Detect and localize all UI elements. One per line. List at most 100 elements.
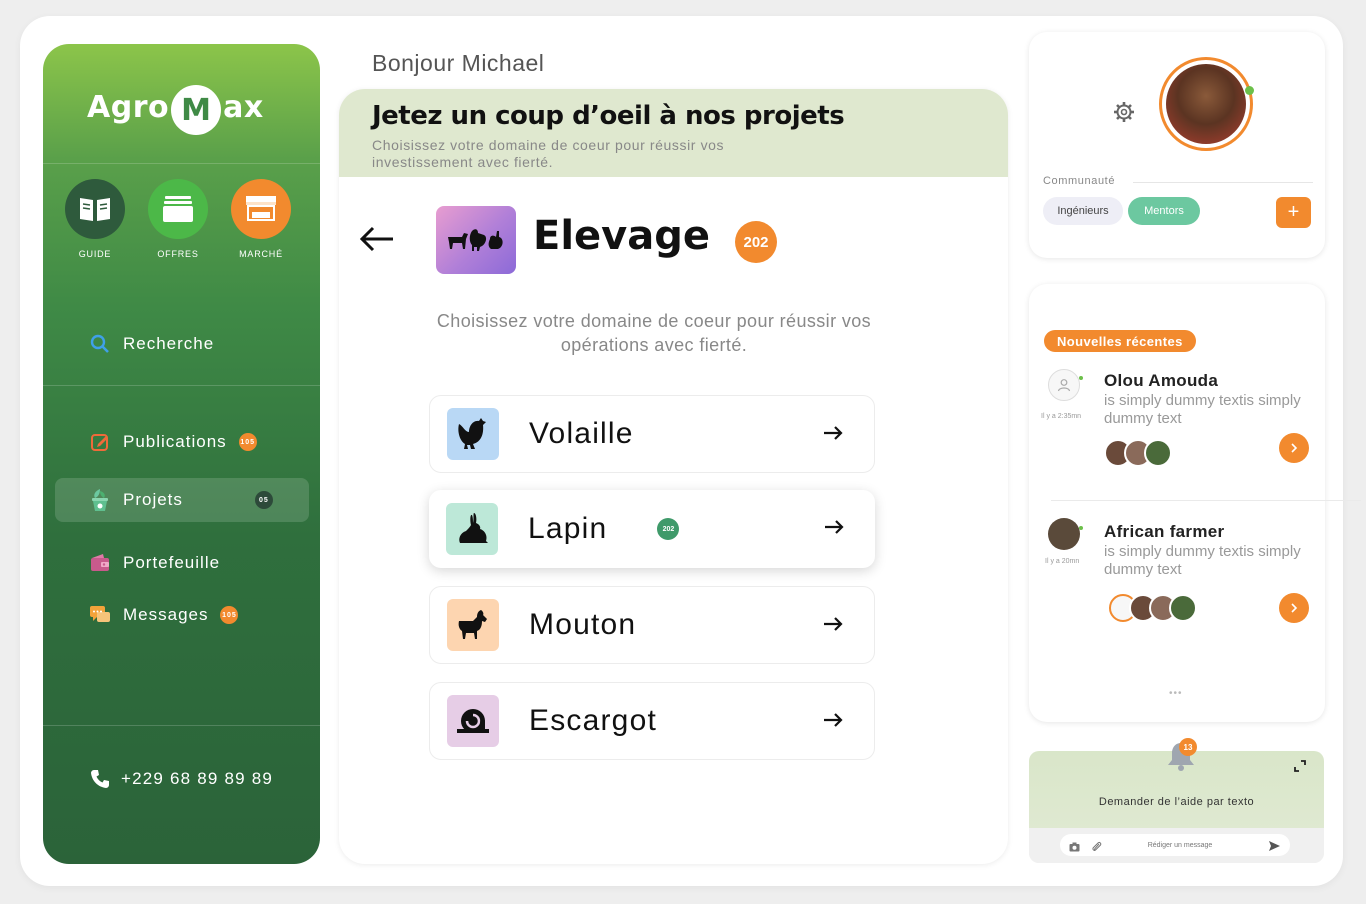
subcategory-mouton[interactable]: Mouton: [429, 586, 875, 664]
brand-logo[interactable]: Agro M ax: [87, 74, 277, 140]
banner-title: Jetez un coup d’oeil à nos projets: [372, 101, 845, 131]
open-news-button[interactable]: [1279, 593, 1309, 623]
banner-subtitle: Choisissez votre domaine de coeur pour r…: [372, 137, 725, 170]
more-dots[interactable]: •••: [1169, 688, 1183, 699]
chip-ingenieurs[interactable]: Ingénieurs: [1043, 197, 1123, 225]
news-text: is simply dummy textis simply dummy text: [1104, 543, 1301, 578]
subcategory-label: Volaille: [529, 417, 634, 450]
arrow-right-icon: [822, 613, 844, 635]
search-icon: [89, 333, 111, 355]
news-time: Il y a 20mn: [1045, 558, 1080, 565]
expand-icon[interactable]: [1293, 759, 1307, 773]
open-news-button[interactable]: [1279, 433, 1309, 463]
sidebar-item-label: Publications: [123, 432, 227, 451]
sidebar-item-portefeuille[interactable]: Portefeuille: [55, 541, 309, 585]
divider: [43, 385, 320, 386]
avatar[interactable]: [1159, 57, 1253, 151]
gear-icon[interactable]: [1113, 101, 1135, 123]
sidebar-item-messages[interactable]: Messages 105: [55, 593, 309, 637]
quick-guide[interactable]: GUIDE: [64, 179, 126, 259]
user-icon: [1057, 379, 1071, 392]
category-title: Elevage: [533, 213, 710, 259]
subcategory-label: Escargot: [529, 704, 657, 737]
divider: [1051, 500, 1361, 501]
quick-marche-label: MARCHÉ: [239, 249, 283, 259]
sidebar-item-label: Projets: [123, 490, 183, 509]
online-status-dot: [1079, 376, 1083, 380]
main-card: Jetez un coup d’oeil à nos projets Chois…: [339, 89, 1008, 864]
quick-offres[interactable]: OFFRES: [147, 179, 209, 259]
divider: [43, 725, 320, 726]
sidebar-item-publications[interactable]: Publications 105: [55, 420, 309, 464]
edit-icon: [89, 431, 111, 453]
count-badge: 105: [238, 433, 257, 451]
subcategory-volaille[interactable]: Volaille: [429, 395, 875, 473]
sidebar: Agro M ax GUIDE OFFRES MARCHÉ Recherche …: [43, 44, 320, 864]
notification-bell[interactable]: 13: [1166, 738, 1206, 778]
logo-text-mid: M: [181, 92, 212, 128]
chat-icon: [89, 604, 111, 626]
participant-avatar: [1144, 439, 1172, 467]
sidebar-search[interactable]: Recherche: [55, 322, 309, 366]
divider: [1133, 182, 1313, 183]
news-tag: Nouvelles récentes: [1044, 330, 1196, 352]
category-count-badge: 202: [735, 221, 777, 263]
goat-icon: [447, 599, 499, 651]
user-avatar[interactable]: [1048, 369, 1080, 401]
subcategory-escargot[interactable]: Escargot: [429, 682, 875, 760]
help-text: Demander de l’aide par texto: [1098, 796, 1255, 808]
chip-mentors[interactable]: Mentors: [1128, 197, 1200, 225]
phone-number: +229 68 89 89 89: [121, 769, 274, 788]
message-input[interactable]: Rédiger un message: [1060, 834, 1290, 856]
logo-badge: M: [171, 85, 222, 135]
snail-icon: [447, 695, 499, 747]
news-author[interactable]: African farmer: [1104, 522, 1224, 542]
box-icon: [148, 179, 208, 239]
arrow-right-icon: [822, 422, 844, 444]
chicken-icon: [447, 408, 499, 460]
greeting: Bonjour Michael: [372, 50, 545, 76]
online-status-dot: [1245, 86, 1254, 95]
count-badge: 202: [657, 518, 680, 540]
participant-avatars: [1104, 439, 1172, 467]
count-badge: 105: [220, 606, 239, 624]
sidebar-search-label: Recherche: [123, 334, 215, 353]
quick-marche[interactable]: MARCHÉ: [230, 179, 292, 259]
subcategory-label: Lapin: [528, 512, 608, 545]
count-badge: 05: [254, 491, 273, 509]
news-author[interactable]: Olou Amouda: [1104, 371, 1218, 391]
divider: [43, 163, 320, 164]
livestock-icon: [436, 206, 516, 274]
news-text: is simply dummy textis simply dummy text: [1104, 392, 1301, 427]
arrow-right-icon: [823, 516, 845, 538]
market-icon: [231, 179, 291, 239]
plant-icon: [89, 489, 111, 511]
message-placeholder: Rédiger un message: [1147, 841, 1213, 849]
message-bar: Rédiger un message: [1029, 828, 1324, 863]
wallet-icon: [89, 552, 111, 574]
book-icon: [65, 179, 125, 239]
category-description: Choisissez votre domaine de coeur pour r…: [436, 311, 872, 355]
subcategory-lapin[interactable]: Lapin 202: [429, 490, 875, 568]
add-button[interactable]: +: [1276, 197, 1311, 228]
phone-icon: [89, 768, 111, 790]
participant-avatars: [1109, 594, 1197, 622]
send-icon[interactable]: [1268, 839, 1281, 857]
sidebar-item-label: Messages: [123, 605, 209, 624]
avatar-photo: [1166, 64, 1246, 144]
logo-text-left: Agro: [87, 89, 170, 125]
phone-contact[interactable]: +229 68 89 89 89: [89, 768, 273, 790]
user-avatar[interactable]: [1048, 518, 1080, 550]
sidebar-item-projets[interactable]: Projets 05: [55, 478, 309, 522]
rabbit-icon: [446, 503, 498, 555]
online-status-dot: [1079, 526, 1083, 530]
subcategory-label: Mouton: [529, 608, 637, 641]
community-label: Communauté: [1043, 175, 1116, 187]
participant-avatar: [1169, 594, 1197, 622]
logo-text-right: ax: [223, 89, 264, 125]
news-card: Nouvelles récentes Il y a 2:35mn Olou Am…: [1029, 284, 1361, 722]
notification-count-badge: 13: [1179, 738, 1197, 756]
back-arrow-icon[interactable]: [359, 224, 395, 254]
banner: Jetez un coup d’oeil à nos projets Chois…: [339, 89, 1008, 177]
sidebar-item-label: Portefeuille: [123, 553, 221, 572]
